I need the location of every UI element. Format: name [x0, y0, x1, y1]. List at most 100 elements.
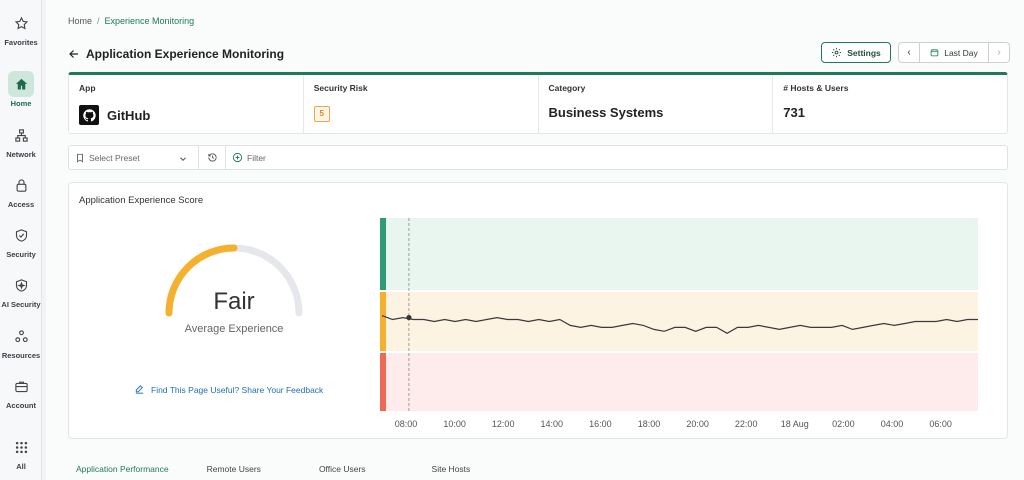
sidebar-item-label: Account [6, 401, 36, 410]
add-filter-button[interactable]: Filter [226, 152, 266, 163]
settings-button[interactable]: Settings [821, 42, 891, 63]
breadcrumb-home[interactable]: Home [68, 16, 92, 26]
main-content: Home / Experience Monitoring Application E… [46, 0, 1024, 480]
edit-icon [135, 385, 144, 394]
x-tick-label: 16:00 [589, 419, 612, 429]
sidebar-item-label: Resources [1, 351, 41, 360]
x-tick-label: 22:00 [735, 419, 758, 429]
sidebar-item-label: Network [6, 150, 36, 159]
sidebar-item-resources[interactable]: Resources [0, 323, 42, 360]
calendar-icon [930, 49, 939, 57]
band-good [380, 218, 978, 290]
plus-circle-icon [232, 152, 243, 163]
score-timeline-chart: 08:00 10:00 12:00 14:00 16:00 18:00 20:00 22:00… [380, 218, 978, 429]
date-range-selector: ‹ Last Day › [898, 42, 1010, 63]
summary-category-label: Category [548, 83, 586, 93]
chevron-left-icon: ‹ [907, 47, 911, 58]
sidebar-item-label: Home [10, 99, 32, 108]
summary-app-label: App [79, 83, 96, 93]
tab-office-users[interactable]: Office Users [319, 464, 366, 474]
breadcrumb-current[interactable]: Experience Monitoring [105, 16, 195, 26]
risk-score-badge: 5 [313, 106, 330, 122]
sidebar: Favorites Home Network Access Security A… [0, 0, 42, 480]
sidebar-item-network[interactable]: Network [0, 122, 42, 159]
app-summary-card: App GitHub Security Risk 5 Category Busi… [68, 72, 1008, 134]
briefcase-icon [8, 373, 34, 399]
x-tick-label: 14:00 [541, 419, 564, 429]
history-icon [207, 153, 217, 162]
summary-hosts-value: 731 [783, 105, 805, 120]
summary-hosts-users: # Hosts & Users 731 [772, 75, 1007, 133]
tab-remote-users[interactable]: Remote Users [207, 464, 261, 474]
star-icon [8, 10, 34, 36]
date-next-button[interactable]: › [989, 43, 1009, 62]
network-icon [8, 122, 34, 148]
sidebar-item-label: Favorites [4, 38, 38, 47]
x-tick-label: 10:00 [443, 419, 466, 429]
sidebar-item-label: AI Security [1, 300, 41, 309]
filter-bar: Select Preset Filter [68, 145, 1008, 170]
page-title: Application Experience Monitoring [68, 47, 284, 61]
lock-icon [8, 172, 34, 198]
history-button[interactable] [199, 146, 226, 169]
tab-site-hosts[interactable]: Site Hosts [432, 464, 471, 474]
feedback-link[interactable]: Find This Page Useful? Share Your Feedba… [134, 384, 323, 395]
summary-risk-label: Security Risk [313, 83, 368, 93]
band-fair [380, 292, 978, 351]
sidebar-item-security[interactable]: Security [0, 222, 42, 259]
bookmark-icon [77, 153, 83, 163]
back-arrow-icon[interactable] [68, 48, 80, 60]
tab-application-performance[interactable]: Application Performance [76, 464, 169, 474]
x-tick-label: 02:00 [832, 419, 855, 429]
band-strip-fair [380, 292, 386, 351]
experience-score-card: Application Experience Score Fair Averag… [68, 182, 1008, 439]
x-tick-label: 08:00 [395, 419, 418, 429]
summary-category: Category Business Systems [537, 75, 773, 133]
band-strip-good [380, 218, 386, 290]
resources-icon [8, 323, 34, 349]
summary-app: App GitHub [69, 75, 303, 133]
settings-button-label: Settings [847, 47, 881, 58]
x-tick-label: 04:00 [881, 419, 904, 429]
band-strip-poor [380, 353, 386, 411]
x-tick-label: 12:00 [492, 419, 515, 429]
date-prev-button[interactable]: ‹ [899, 43, 919, 62]
home-icon [8, 71, 34, 97]
date-range-label: Last Day [944, 47, 978, 58]
chevron-right-icon: › [997, 47, 1001, 58]
sidebar-item-access[interactable]: Access [0, 172, 42, 209]
gear-icon [832, 47, 842, 58]
select-preset-placeholder: Select Preset [89, 152, 140, 163]
feedback-link-text: Find This Page Useful? Share Your Feedba… [151, 384, 324, 395]
chevron-down-icon [180, 157, 186, 161]
sidebar-item-account[interactable]: Account [0, 373, 42, 410]
summary-category-value: Business Systems [548, 105, 664, 120]
score-rating-subtitle: Average Experience [184, 323, 284, 335]
sidebar-item-ai-security[interactable]: AI Security [0, 272, 42, 309]
bottom-tabs: Application Performance Remote Users Off… [68, 458, 1008, 480]
x-tick-label: 18 Aug [781, 419, 809, 429]
sidebar-item-favorites[interactable]: Favorites [0, 10, 42, 47]
band-poor [380, 353, 978, 411]
sidebar-item-label: Access [7, 200, 35, 209]
breadcrumb: Home / Experience Monitoring [68, 16, 195, 26]
date-range-dropdown[interactable]: Last Day [919, 43, 989, 62]
x-tick-label: 20:00 [686, 419, 709, 429]
filter-label: Filter [247, 152, 266, 163]
github-logo-icon [79, 105, 99, 125]
x-tick-label: 06:00 [929, 419, 952, 429]
grid-icon [8, 434, 34, 460]
sidebar-item-label: All [16, 462, 26, 471]
summary-app-value-wrap: GitHub [79, 105, 293, 125]
page-title-text: Application Experience Monitoring [86, 47, 285, 61]
select-preset-dropdown[interactable]: Select Preset [69, 146, 199, 169]
sidebar-item-home[interactable]: Home [0, 71, 42, 108]
sidebar-item-label: Security [6, 250, 36, 259]
x-tick-label: 18:00 [638, 419, 661, 429]
sidebar-item-all[interactable]: All [0, 434, 42, 471]
score-card-title: Application Experience Score [79, 195, 204, 206]
summary-hosts-label: # Hosts & Users [783, 83, 849, 93]
summary-app-value: GitHub [107, 107, 151, 123]
score-rating: Fair [213, 288, 255, 315]
summary-security-risk: Security Risk 5 [302, 75, 538, 133]
